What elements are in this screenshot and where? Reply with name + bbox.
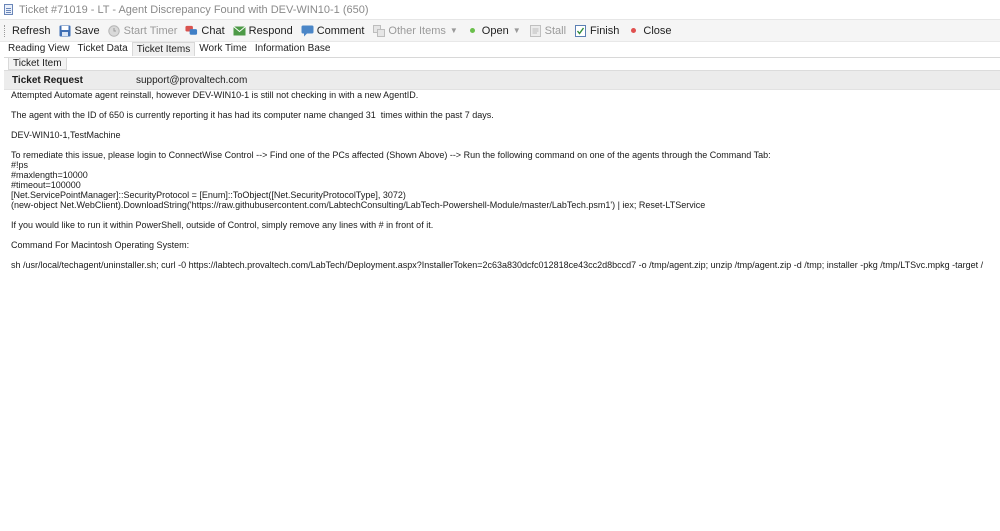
- open-status-dot-icon: [466, 24, 479, 37]
- finish-button[interactable]: Finish: [574, 24, 619, 37]
- save-button[interactable]: Save: [59, 24, 100, 37]
- chat-button[interactable]: Chat: [185, 24, 225, 37]
- chat-label: Chat: [201, 24, 225, 37]
- refresh-label: Refresh: [12, 24, 51, 37]
- save-label: Save: [74, 24, 100, 37]
- close-status-dot-icon: [627, 24, 640, 37]
- other-items-button[interactable]: Other Items ▼: [372, 24, 458, 37]
- body-line: To remediate this issue, please login to…: [11, 150, 771, 160]
- other-items-label: Other Items: [388, 24, 446, 37]
- respond-button[interactable]: Respond: [232, 24, 293, 37]
- toolbar: Refresh Save Start Timer Chat Respond Co…: [0, 20, 1000, 42]
- body-line: DEV-WIN10-1,TestMachine: [11, 130, 121, 140]
- tab-ticket-data[interactable]: Ticket Data: [74, 42, 132, 56]
- finish-label: Finish: [590, 24, 620, 37]
- body-line: #!ps: [11, 160, 29, 170]
- stacked-items-icon: [372, 24, 385, 37]
- ticket-request-body: Attempted Automate agent reinstall, howe…: [11, 90, 991, 270]
- body-line: [Net.ServicePointManager]::SecurityProto…: [11, 190, 406, 200]
- body-line: Command For Macintosh Operating System:: [11, 240, 190, 250]
- stall-button[interactable]: Stall: [529, 24, 566, 37]
- ticket-tabs: Reading View Ticket Data Ticket Items Wo…: [0, 42, 1000, 56]
- refresh-button[interactable]: Refresh: [12, 25, 51, 37]
- body-line: If you would like to run it within Power…: [11, 220, 434, 230]
- tab-work-time[interactable]: Work Time: [195, 42, 251, 56]
- chevron-down-icon[interactable]: ▼: [513, 26, 521, 35]
- stall-label: Stall: [544, 24, 567, 37]
- tab-ticket-items[interactable]: Ticket Items: [131, 42, 196, 56]
- stall-document-icon: [529, 24, 542, 37]
- tab-reading-view[interactable]: Reading View: [4, 42, 74, 56]
- comment-label: Comment: [316, 24, 365, 37]
- body-line: The agent with the ID of 650 is currentl…: [11, 110, 494, 120]
- window-title: Ticket #71019 - LT - Agent Discrepancy F…: [19, 3, 369, 16]
- ticket-document-icon: [4, 4, 13, 15]
- respond-envelope-icon: [232, 24, 246, 37]
- body-line: #timeout=100000: [11, 180, 81, 190]
- tab-information-base[interactable]: Information Base: [251, 42, 335, 56]
- comment-bubble-icon: [301, 24, 314, 37]
- body-line: (new-object Net.WebClient).DownloadStrin…: [11, 200, 706, 210]
- body-line: #maxlength=10000: [11, 170, 88, 180]
- toolbar-grip[interactable]: [4, 24, 7, 37]
- body-line: Attempted Automate agent reinstall, howe…: [11, 90, 419, 100]
- start-timer-label: Start Timer: [123, 24, 178, 37]
- open-button[interactable]: Open ▼: [466, 24, 521, 37]
- comment-button[interactable]: Comment: [301, 24, 365, 37]
- clock-icon: [108, 24, 121, 37]
- sender-email: support@provaltech.com: [136, 74, 248, 86]
- floppy-disk-icon: [59, 24, 72, 37]
- title-bar: Ticket #71019 - LT - Agent Discrepancy F…: [0, 0, 1000, 20]
- ticket-request-label: Ticket Request: [12, 74, 83, 86]
- ticket-request-header: Ticket Request support@provaltech.com: [4, 70, 1000, 90]
- respond-label: Respond: [248, 24, 293, 37]
- subtab-strip: Ticket Item: [4, 57, 1000, 70]
- close-label: Close: [643, 24, 672, 37]
- finish-document-icon: [574, 24, 587, 37]
- subtab-ticket-item[interactable]: Ticket Item: [8, 58, 67, 70]
- close-button[interactable]: Close: [627, 24, 672, 37]
- start-timer-button[interactable]: Start Timer: [108, 24, 178, 37]
- body-line: sh /usr/local/techagent/uninstaller.sh; …: [11, 260, 984, 270]
- chat-bubbles-icon: [185, 24, 198, 37]
- chevron-down-icon[interactable]: ▼: [450, 26, 458, 35]
- open-label: Open: [481, 24, 509, 37]
